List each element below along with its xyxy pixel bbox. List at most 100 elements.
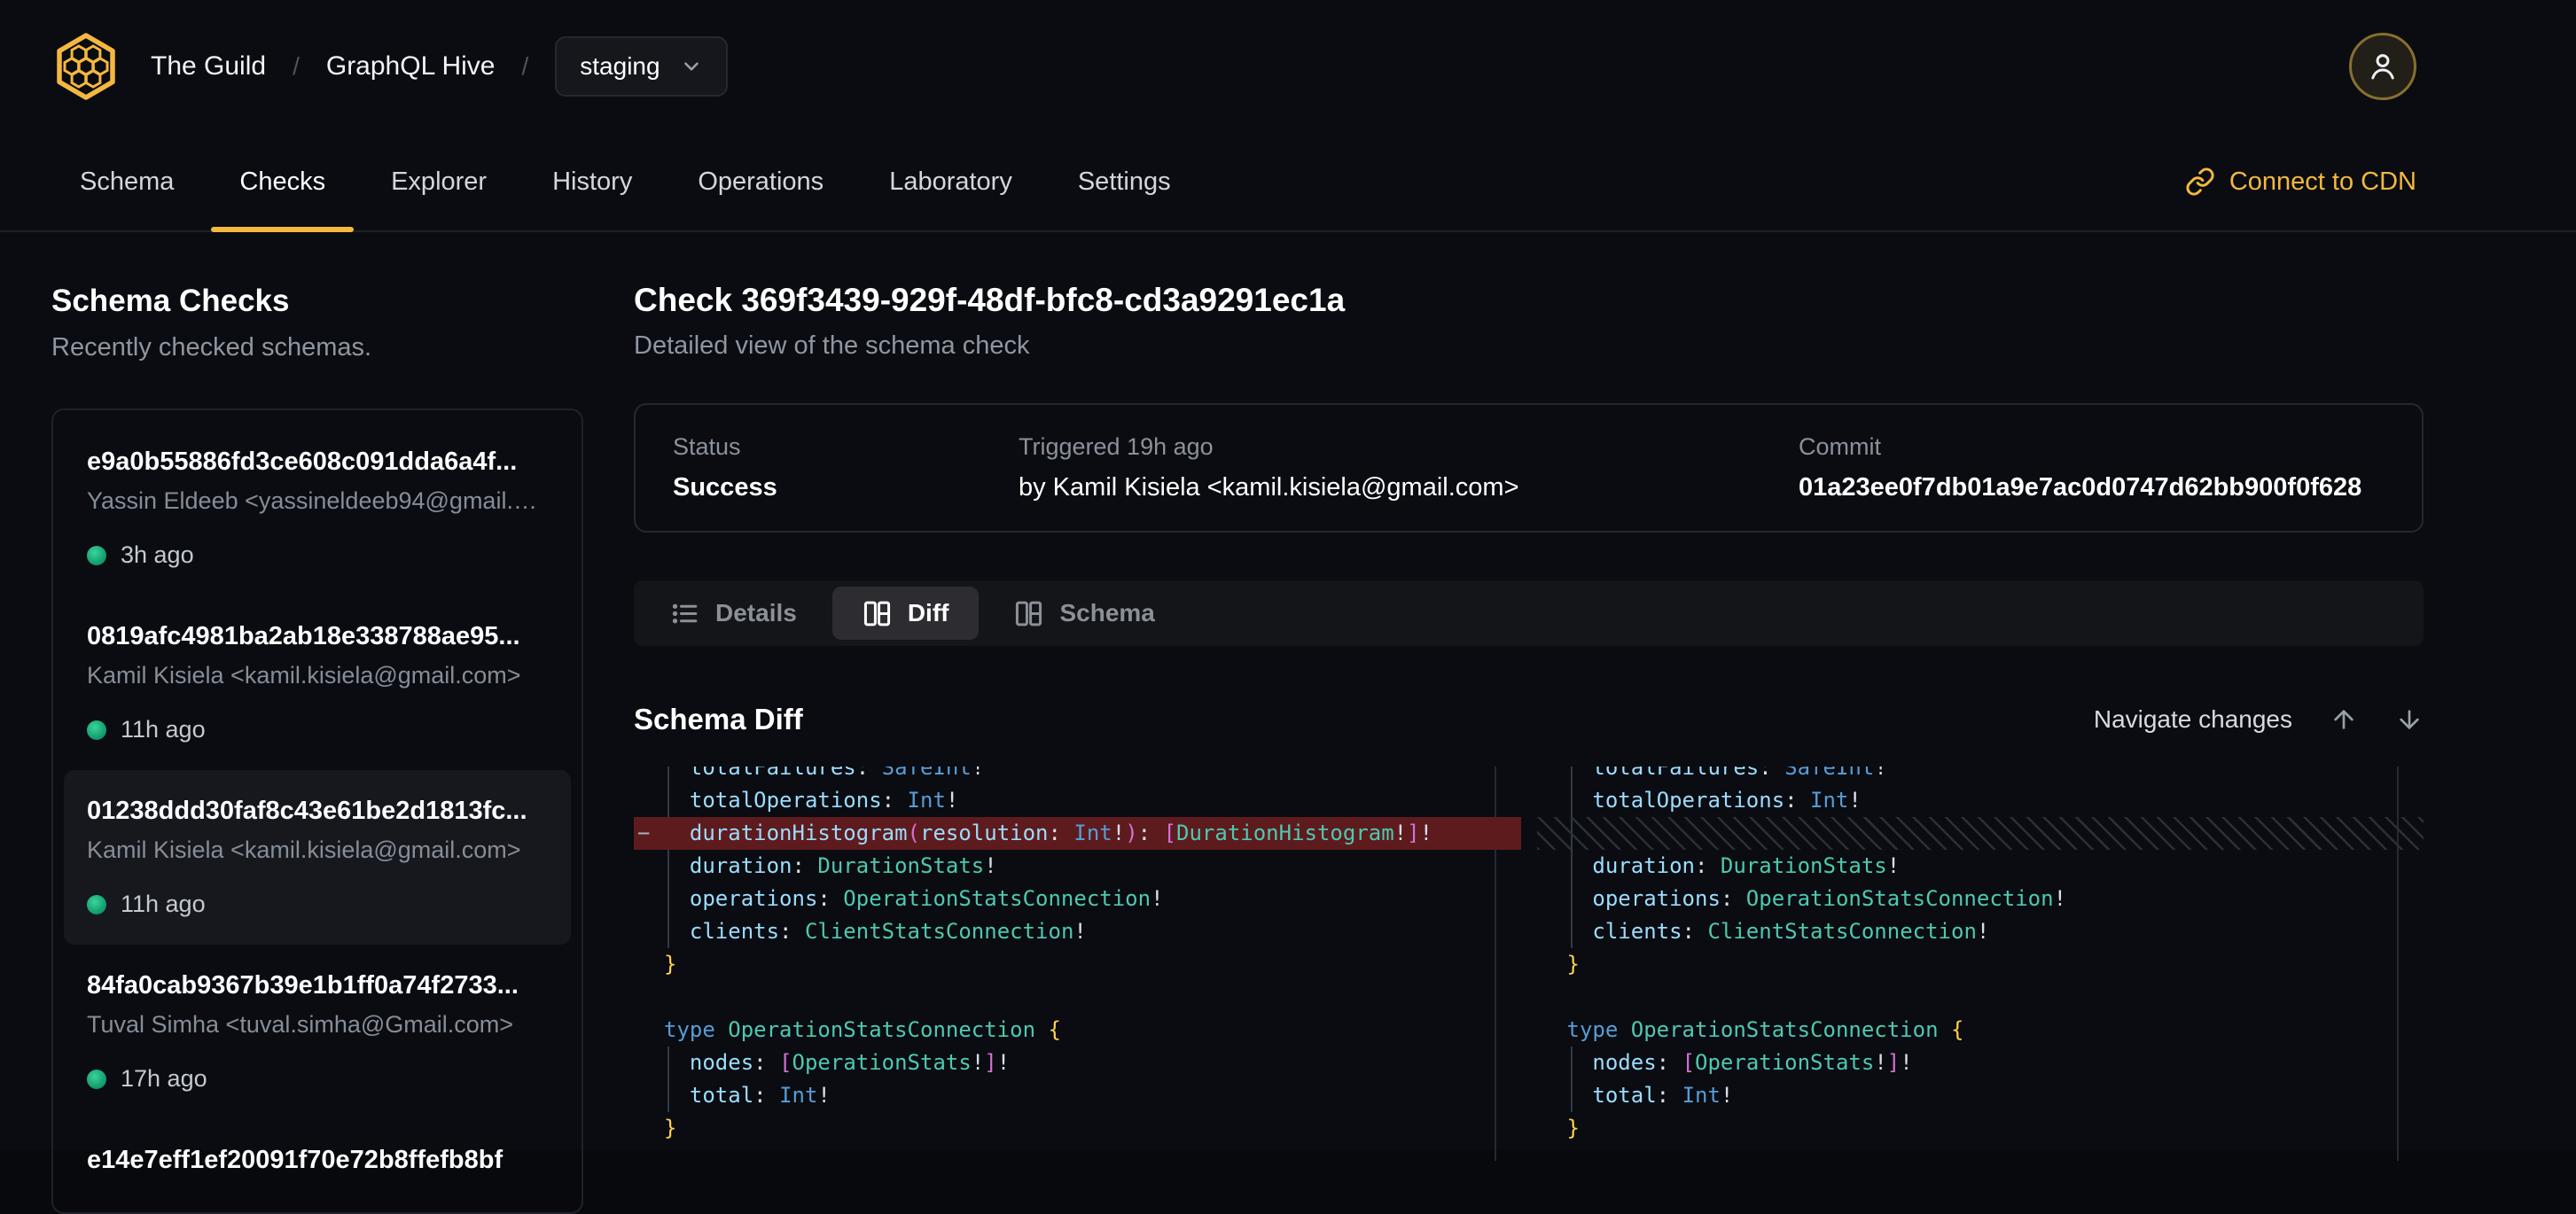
nav-tab-laboratory[interactable]: Laboratory (889, 133, 1012, 230)
code-line: type OperationStatsConnection { (1537, 1014, 2424, 1047)
arrow-down-icon (2395, 705, 2424, 734)
view-tab-label: Diff (908, 599, 949, 627)
view-tabs: Details Diff Schema (634, 580, 2424, 646)
link-icon (2185, 167, 2215, 197)
user-avatar[interactable] (2349, 33, 2416, 100)
check-status-card: Status Success Triggered 19h ago by Kami… (634, 403, 2424, 533)
diff-header: Schema Diff Navigate changes (634, 703, 2424, 736)
breadcrumb-org[interactable]: The Guild (151, 51, 266, 82)
code-line: total: Int! (634, 1079, 1521, 1112)
code-line (1537, 981, 2424, 1014)
nav-tab-explorer[interactable]: Explorer (391, 133, 487, 230)
removed-line-minus-icon: − (637, 817, 650, 850)
code-line: duration: DurationStats! (1537, 850, 2424, 883)
schema-check-item[interactable]: 0819afc4981ba2ab18e338788ae95...Kamil Ki… (64, 595, 571, 770)
view-tab-details[interactable]: Details (640, 587, 827, 640)
app-header: The Guild / GraphQL Hive / staging (0, 0, 2576, 133)
check-time: 11h ago (121, 891, 206, 918)
status-column: Status Success (673, 433, 1019, 502)
check-author: Tuval Simha <tuval.simha@Gmail.com> (87, 1011, 548, 1039)
breadcrumb-project[interactable]: GraphQL Hive (326, 51, 496, 82)
code-line: clients: ClientStatsConnection! (1537, 915, 2424, 948)
triggered-label: Triggered 19h ago (1019, 433, 1799, 461)
schema-diff-panes: totalFailures: SafeInt! totalOperations:… (634, 767, 2424, 1161)
next-change-button[interactable] (2395, 705, 2424, 734)
nav-tab-history[interactable]: History (552, 133, 632, 230)
check-author: Yassin Eldeeb <yassineldeeb94@gmail.co..… (87, 487, 548, 515)
code-line: } (634, 1112, 1521, 1145)
navigate-changes: Navigate changes (2094, 705, 2424, 734)
code-line-placeholder (1537, 817, 2424, 850)
code-line: nodes: [OperationStats!]! (634, 1047, 1521, 1079)
check-id: 0819afc4981ba2ab18e338788ae95... (87, 622, 548, 651)
check-id: 84fa0cab9367b39e1b1ff0a74f2733... (87, 971, 548, 1000)
nav-tab-settings[interactable]: Settings (1078, 133, 1171, 230)
code-line: type OperationStatsConnection { (634, 1014, 1521, 1047)
schema-checks-sidebar: Schema Checks Recently checked schemas. … (0, 232, 585, 1214)
check-detail-panel: Check 369f3439-929f-48df-bfc8-cd3a9291ec… (585, 232, 2576, 1161)
arrow-up-icon (2330, 705, 2358, 734)
check-meta: 11h ago (87, 716, 548, 743)
code-line: } (634, 948, 1521, 981)
view-tab-diff[interactable]: Diff (832, 587, 980, 640)
view-tab-label: Schema (1059, 599, 1154, 627)
list-icon (670, 599, 699, 628)
schema-check-list: e9a0b55886fd3ce608c091dda6a4f... Yassin E… (51, 409, 583, 1214)
code-line: totalOperations: Int! (634, 784, 1521, 817)
connect-to-cdn-button[interactable]: Connect to CDN (2185, 133, 2416, 230)
page-subtitle: Detailed view of the schema check (634, 331, 2424, 361)
commit-value: 01a23ee0f7db01a9e7ac0d0747d62bb900f0f628 (1799, 473, 2385, 502)
code-line: totalOperations: Int! (1537, 784, 2424, 817)
triggered-value: by Kamil Kisiela <kamil.kisiela@gmail.co… (1019, 473, 1799, 502)
target-selector-value: staging (580, 52, 660, 81)
check-time: 3h ago (121, 541, 194, 569)
check-id: 01238ddd30faf8c43e61be2d1813fc... (87, 797, 548, 826)
code-line: operations: OperationStatsConnection! (1537, 883, 2424, 915)
columns-icon (1014, 599, 1043, 628)
diff-pane-after[interactable]: totalFailures: SafeInt! totalOperations:… (1537, 767, 2424, 1161)
schema-check-item[interactable]: 84fa0cab9367b39e1b1ff0a74f2733... Tuval S… (64, 945, 571, 1119)
previous-change-button[interactable] (2330, 705, 2358, 734)
nav-tab-operations[interactable]: Operations (698, 133, 824, 230)
code-line: totalFailures: SafeInt! (1537, 767, 2424, 784)
code-line: nodes: [OperationStats!]! (1537, 1047, 2424, 1079)
code-line: duration: DurationStats! (634, 850, 1521, 883)
sidebar-title: Schema Checks (51, 284, 585, 319)
project-nav: Schema Checks Explorer History Operations Lab… (0, 133, 2576, 232)
commit-column: Commit 01a23ee0f7db01a9e7ac0d0747d62bb90… (1799, 433, 2385, 502)
schema-check-item[interactable]: e14e7eff1ef20091f70e72b8ffefb8bf (64, 1119, 571, 1202)
navigate-changes-label: Navigate changes (2094, 705, 2292, 734)
schema-check-item[interactable]: 01238ddd30faf8c43e61be2d1813fc... Kamil K… (64, 770, 571, 945)
schema-check-item[interactable]: e9a0b55886fd3ce608c091dda6a4f... Yassin E… (64, 421, 571, 595)
check-id: e9a0b55886fd3ce608c091dda6a4f... (87, 447, 548, 477)
nav-tab-checks[interactable]: Checks (239, 133, 325, 230)
diff-pane-before[interactable]: totalFailures: SafeInt! totalOperations:… (634, 767, 1521, 1161)
nav-tabs: Schema Checks Explorer History Operations Lab… (80, 133, 1171, 230)
hive-logo-icon[interactable] (51, 30, 121, 103)
chevron-down-icon (680, 55, 703, 78)
code-line: total: Int! (1537, 1079, 2424, 1112)
check-time: 11h ago (121, 716, 206, 743)
triggered-column: Triggered 19h ago by Kamil Kisiela <kami… (1019, 433, 1799, 502)
code-line: operations: OperationStatsConnection! (634, 883, 1521, 915)
sidebar-subtitle: Recently checked schemas. (51, 333, 585, 362)
breadcrumb: The Guild / GraphQL Hive / staging (151, 36, 728, 97)
view-tab-schema[interactable]: Schema (984, 587, 1184, 640)
code-line: } (1537, 948, 2424, 981)
status-label: Status (673, 433, 1019, 461)
status-value: Success (673, 473, 1019, 502)
diff-title: Schema Diff (634, 703, 803, 736)
check-author: Kamil Kisiela <kamil.kisiela@gmail.com> (87, 837, 548, 864)
commit-label: Commit (1799, 433, 2385, 461)
code-line: totalFailures: SafeInt! (634, 767, 1521, 784)
check-time: 17h ago (121, 1065, 207, 1093)
code-line-removed: − durationHistogram(resolution: Int!): [… (634, 817, 1521, 850)
view-tab-label: Details (715, 599, 797, 627)
check-meta: 3h ago (87, 541, 548, 569)
breadcrumb-separator: / (522, 52, 529, 81)
success-dot-icon (87, 1070, 106, 1089)
target-selector[interactable]: staging (555, 36, 727, 97)
check-meta: 17h ago (87, 1065, 548, 1093)
nav-tab-schema[interactable]: Schema (80, 133, 174, 230)
code-line: clients: ClientStatsConnection! (634, 915, 1521, 948)
